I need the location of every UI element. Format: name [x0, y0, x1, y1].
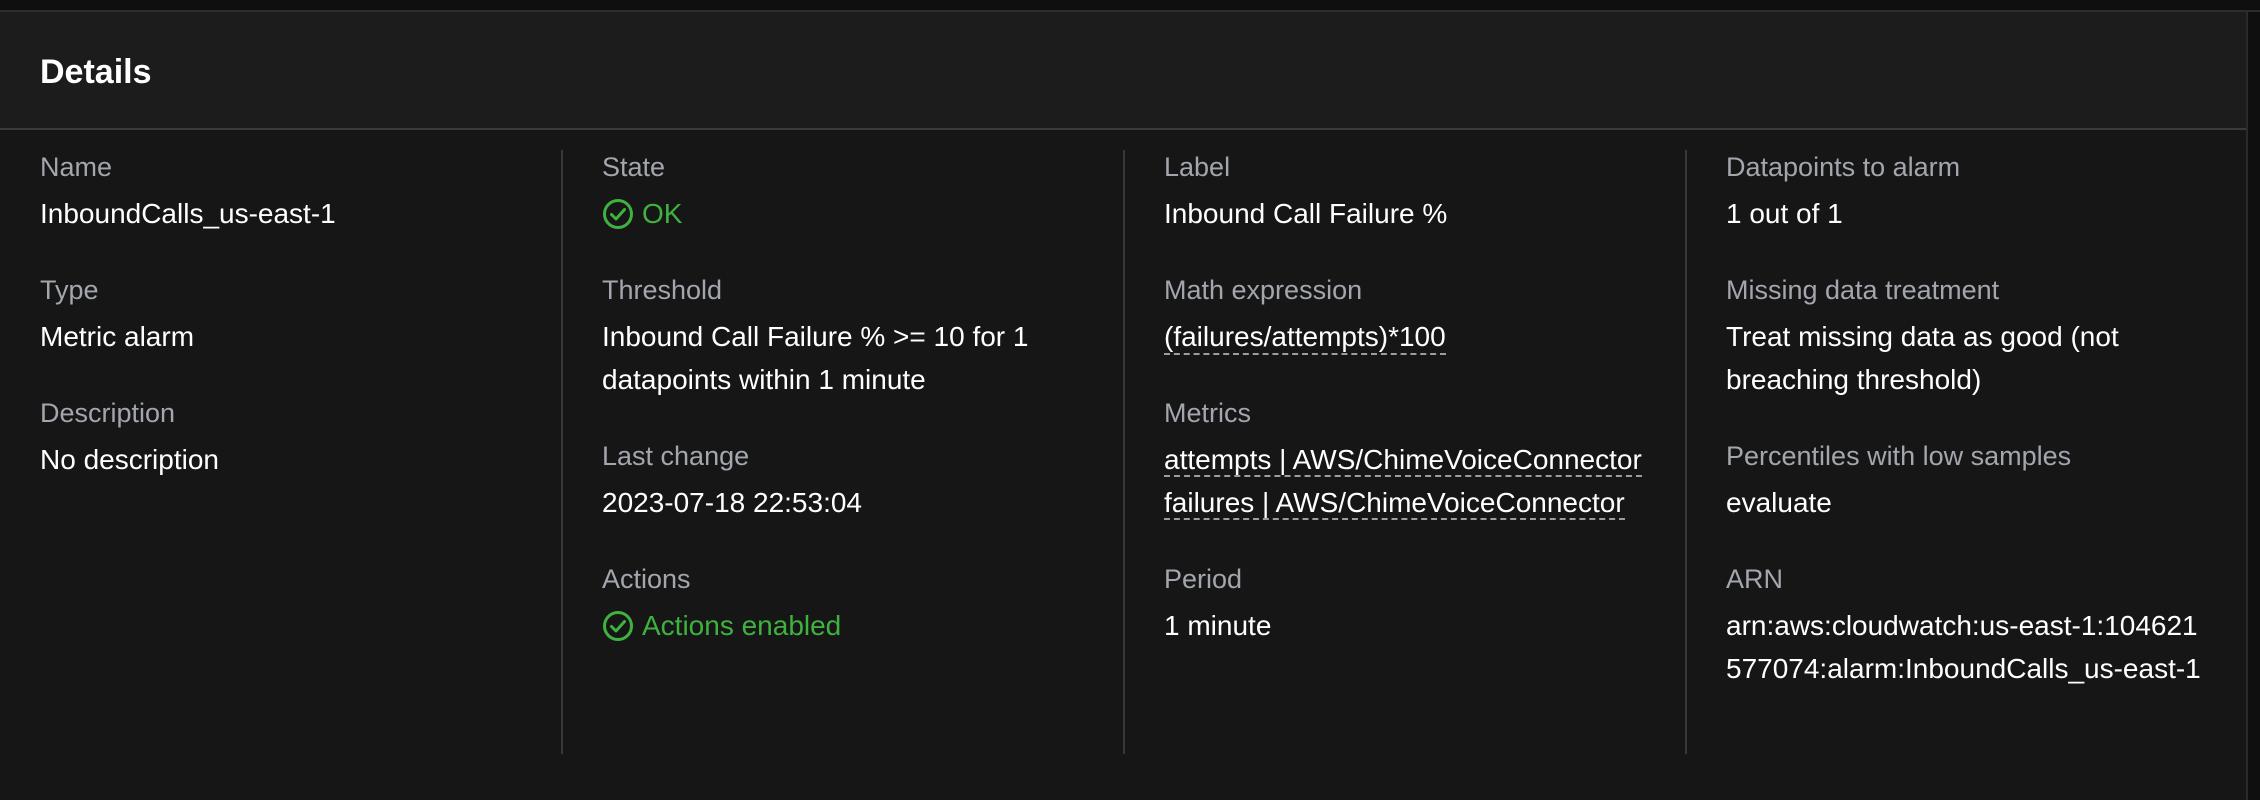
state-label: State [602, 152, 666, 182]
state-field: State OK [602, 150, 1122, 235]
datapoints-field: Datapoints to alarm 1 out of 1 [1726, 150, 2246, 235]
missing-data-label: Missing data treatment [1726, 275, 2000, 305]
percentiles-field: Percentiles with low samples evaluate [1726, 439, 2246, 524]
threshold-field: Threshold Inbound Call Failure % >= 10 f… [602, 273, 1122, 401]
column-divider [1685, 150, 1687, 754]
threshold-value: Inbound Call Failure % >= 10 for 1 datap… [602, 321, 1029, 395]
panel-title: Details [40, 53, 152, 91]
name-field: Name InboundCalls_us-east-1 [40, 150, 560, 235]
check-circle-icon [603, 610, 633, 641]
metric-item: failures | AWS/ChimeVoiceConnector [1164, 481, 1644, 524]
top-border [0, 0, 2260, 12]
state-status: OK [602, 192, 1122, 235]
metric-attempts-link[interactable]: attempts | AWS/ChimeVoiceConnector [1164, 444, 1642, 477]
label-value: Inbound Call Failure % [1164, 198, 1448, 229]
column-divider [1123, 150, 1125, 754]
label-label: Label [1164, 152, 1231, 182]
math-expression-link[interactable]: (failures/attempts)*100 [1164, 321, 1446, 355]
type-value: Metric alarm [40, 321, 195, 352]
type-label: Type [40, 275, 99, 305]
arn-field: ARN arn:aws:cloudwatch:us-east-1:1046215… [1726, 562, 2246, 690]
metric-failures-link[interactable]: failures | AWS/ChimeVoiceConnector [1164, 487, 1625, 520]
arn-label: ARN [1726, 564, 1784, 594]
percentiles-label: Percentiles with low samples [1726, 441, 2072, 471]
actions-label: Actions [602, 564, 691, 594]
name-value: InboundCalls_us-east-1 [40, 198, 336, 229]
last-change-label: Last change [602, 441, 750, 471]
details-column-1: Name InboundCalls_us-east-1 Type Metric … [40, 150, 560, 519]
label-field: Label Inbound Call Failure % [1164, 150, 1684, 235]
datapoints-value: 1 out of 1 [1726, 198, 1843, 229]
missing-data-field: Missing data treatment Treat missing dat… [1726, 273, 2246, 401]
last-change-field: Last change 2023-07-18 22:53:04 [602, 439, 1122, 524]
details-column-2: State OK Threshold Inbound Call Failure … [602, 150, 1122, 685]
threshold-label: Threshold [602, 275, 723, 305]
column-divider [561, 150, 563, 754]
details-column-3: Label Inbound Call Failure % Math expres… [1164, 150, 1684, 685]
actions-status: Actions enabled [602, 604, 1122, 647]
check-circle-icon [603, 198, 633, 229]
name-label: Name [40, 152, 113, 182]
datapoints-label: Datapoints to alarm [1726, 152, 1961, 182]
metrics-label: Metrics [1164, 398, 1251, 428]
actions-field: Actions Actions enabled [602, 562, 1122, 647]
metric-item: attempts | AWS/ChimeVoiceConnector [1164, 438, 1644, 481]
missing-data-value: Treat missing data as good (not breachin… [1726, 321, 2119, 395]
panel-header: Details [0, 12, 2246, 130]
actions-value: Actions enabled [642, 610, 842, 641]
description-label: Description [40, 398, 176, 428]
math-expression-value-row: (failures/attempts)*100 [1164, 315, 1684, 358]
details-column-4: Datapoints to alarm 1 out of 1 Missing d… [1726, 150, 2246, 728]
period-field: Period 1 minute [1164, 562, 1684, 647]
metrics-field: Metrics attempts | AWS/ChimeVoiceConnect… [1164, 396, 1684, 524]
period-value: 1 minute [1164, 610, 1272, 641]
description-field: Description No description [40, 396, 560, 481]
math-expression-label: Math expression [1164, 275, 1363, 305]
arn-value: arn:aws:cloudwatch:us-east-1:10462157707… [1726, 610, 2201, 684]
description-value: No description [40, 444, 219, 475]
percentiles-value: evaluate [1726, 487, 1832, 518]
last-change-value: 2023-07-18 22:53:04 [602, 487, 862, 518]
type-field: Type Metric alarm [40, 273, 560, 358]
period-label: Period [1164, 564, 1243, 594]
metrics-list: attempts | AWS/ChimeVoiceConnector failu… [1164, 438, 1684, 524]
math-expression-field: Math expression (failures/attempts)*100 [1164, 273, 1684, 358]
state-value: OK [642, 198, 683, 229]
